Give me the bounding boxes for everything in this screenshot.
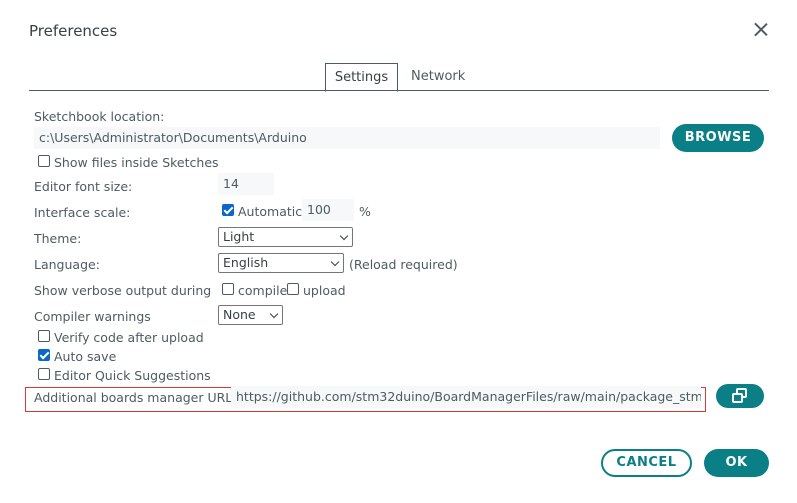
font-size-input[interactable]: 14 xyxy=(218,173,274,195)
verbose-upload-checkbox[interactable] xyxy=(287,283,299,295)
tab-network[interactable]: Network xyxy=(411,63,465,92)
open-window-icon xyxy=(732,388,747,403)
language-select-value: English xyxy=(223,255,269,270)
language-select[interactable]: English xyxy=(218,253,344,273)
compiler-warnings-value: None xyxy=(223,307,256,322)
browse-button[interactable]: BROWSE xyxy=(672,124,764,152)
verbose-compile-label: compile xyxy=(238,283,288,298)
verbose-compile-checkbox[interactable] xyxy=(222,283,234,295)
automatic-scale-label: Automatic xyxy=(238,204,303,219)
verbose-upload-label: upload xyxy=(303,283,346,298)
chevron-down-icon xyxy=(339,231,349,241)
compiler-warnings-select[interactable]: None xyxy=(218,305,283,325)
compiler-warnings-label: Compiler warnings xyxy=(34,309,151,324)
show-files-label: Show files inside Sketches xyxy=(54,155,219,170)
tab-settings[interactable]: Settings xyxy=(325,63,398,92)
language-label: Language: xyxy=(34,257,100,272)
interface-scale-input[interactable]: 100 xyxy=(302,199,354,221)
theme-select-value: Light xyxy=(223,229,255,244)
quick-suggestions-label: Editor Quick Suggestions xyxy=(54,368,211,383)
scale-percent-unit: % xyxy=(359,204,371,219)
quick-suggestions-checkbox[interactable] xyxy=(38,368,50,380)
preferences-dialog: Preferences Settings Network Sketchbook … xyxy=(0,0,797,503)
verify-code-label: Verify code after upload xyxy=(54,330,204,345)
sketchbook-location-input[interactable]: c:\Users\Administrator\Documents\Arduino xyxy=(34,127,660,149)
sketchbook-label: Sketchbook location: xyxy=(34,109,165,124)
interface-scale-label: Interface scale: xyxy=(34,205,131,220)
ok-button[interactable]: OK xyxy=(704,449,769,477)
verbose-label: Show verbose output during xyxy=(34,283,212,298)
reload-required-note: (Reload required) xyxy=(349,257,458,272)
verify-code-checkbox[interactable] xyxy=(38,330,50,342)
theme-label: Theme: xyxy=(34,231,82,246)
boards-urls-label: Additional boards manager URLs: xyxy=(34,390,243,405)
chevron-down-icon xyxy=(269,309,279,319)
chevron-down-icon xyxy=(330,257,340,267)
auto-save-label: Auto save xyxy=(54,349,117,364)
theme-select[interactable]: Light xyxy=(218,227,353,247)
tab-divider xyxy=(29,90,769,91)
cancel-button[interactable]: CANCEL xyxy=(601,449,692,477)
edit-urls-button[interactable] xyxy=(716,384,764,408)
close-icon[interactable] xyxy=(753,22,769,38)
boards-urls-input[interactable]: https://github.com/stm32duino/BoardManag… xyxy=(231,386,701,408)
show-files-checkbox[interactable] xyxy=(38,155,50,167)
auto-save-checkbox[interactable] xyxy=(38,349,50,361)
font-size-label: Editor font size: xyxy=(34,179,133,194)
automatic-scale-checkbox[interactable] xyxy=(222,204,234,216)
dialog-title: Preferences xyxy=(29,22,118,40)
